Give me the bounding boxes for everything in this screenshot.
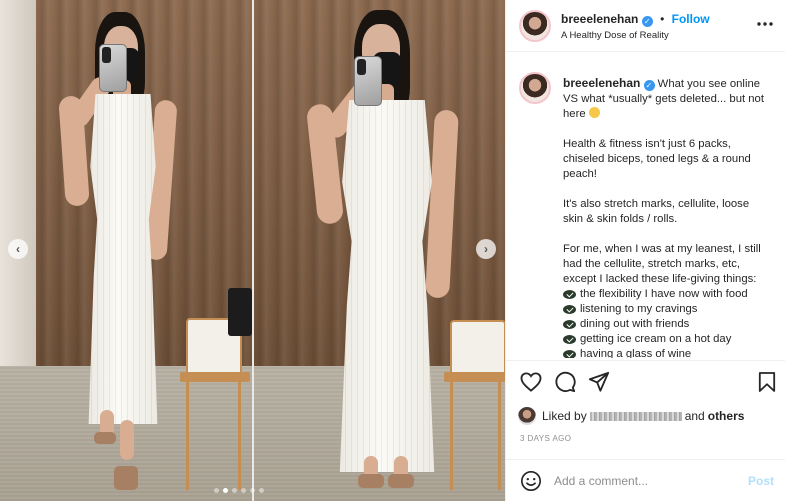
carousel-dot[interactable]	[223, 488, 228, 493]
carousel-next-button[interactable]: ›	[476, 239, 496, 259]
verified-badge-icon: ✓	[643, 80, 655, 91]
caption-paragraph: It's also stretch marks, cellulite, loos…	[563, 198, 750, 225]
photo-before	[0, 0, 252, 501]
likes-prefix: Liked by	[542, 409, 587, 423]
check-icon	[563, 335, 576, 344]
verified-badge-icon: ✓	[641, 16, 653, 27]
caption-paragraph: For me, when I was at my leanest, I stil…	[563, 243, 761, 285]
carousel-dot[interactable]	[259, 488, 264, 493]
separator-dot: •	[660, 12, 665, 26]
list-item: getting ice cream on a hot day	[563, 332, 769, 347]
author-line: breeelenehan ✓ • Follow	[561, 12, 710, 27]
list-item: listening to my cravings	[563, 302, 769, 317]
caption-paragraph: Health & fitness isn't just 6 packs, chi…	[563, 138, 751, 180]
post-caption: breeelenehan ✓ What you see online VS wh…	[563, 76, 769, 358]
post-sidebar: breeelenehan ✓ • Follow A Healthy Dose o…	[505, 0, 785, 501]
post-comment-button[interactable]: Post	[748, 474, 774, 488]
carousel-dot[interactable]	[232, 488, 237, 493]
liker-avatar[interactable]	[518, 407, 536, 425]
likes-line: Liked by and others	[518, 407, 744, 425]
list-item: the flexibility I have now with food	[563, 287, 769, 302]
carousel-dot[interactable]	[250, 488, 255, 493]
check-icon	[563, 350, 576, 358]
action-bar	[506, 360, 785, 404]
likes-others-link[interactable]: others	[708, 409, 745, 423]
post-media-carousel[interactable]: ‹ ›	[0, 0, 505, 501]
caption-intro: breeelenehan ✓ What you see online VS wh…	[563, 76, 769, 122]
carousel-dot[interactable]	[241, 488, 246, 493]
bookmark-icon[interactable]	[756, 371, 778, 393]
carousel-dot[interactable]	[214, 488, 219, 493]
carousel-prev-button[interactable]: ‹	[8, 239, 28, 259]
blurred-liker-name[interactable]	[589, 411, 682, 421]
photo-after	[254, 0, 505, 501]
heart-icon[interactable]	[520, 371, 542, 393]
share-icon[interactable]	[588, 371, 610, 393]
comment-input[interactable]	[554, 473, 734, 488]
likes-and: and	[684, 409, 705, 423]
author-avatar[interactable]	[519, 10, 551, 42]
carousel-dots	[214, 488, 264, 493]
caption-username[interactable]: breeelenehan	[563, 76, 640, 90]
post-header: breeelenehan ✓ • Follow A Healthy Dose o…	[506, 0, 785, 52]
check-icon	[563, 320, 576, 329]
check-icon	[563, 305, 576, 314]
emoji-icon[interactable]	[520, 470, 542, 492]
emoji-face-icon	[588, 107, 600, 118]
list-item: having a glass of wine	[563, 347, 769, 358]
caption-list: the flexibility I have now with food lis…	[563, 287, 769, 358]
comment-bar: Post	[506, 459, 785, 501]
follow-button[interactable]: Follow	[672, 12, 710, 26]
list-item: dining out with friends	[563, 317, 769, 332]
author-subtitle[interactable]: A Healthy Dose of Reality	[561, 30, 669, 41]
check-icon	[563, 290, 576, 299]
caption-author-avatar[interactable]	[519, 72, 551, 104]
chevron-left-icon: ‹	[16, 242, 20, 256]
post-timestamp[interactable]: 3 DAYS AGO	[520, 434, 571, 443]
more-icon[interactable]	[756, 14, 774, 32]
chevron-right-icon: ›	[484, 242, 488, 256]
author-username[interactable]: breeelenehan	[561, 12, 638, 26]
comment-icon[interactable]	[554, 371, 576, 393]
